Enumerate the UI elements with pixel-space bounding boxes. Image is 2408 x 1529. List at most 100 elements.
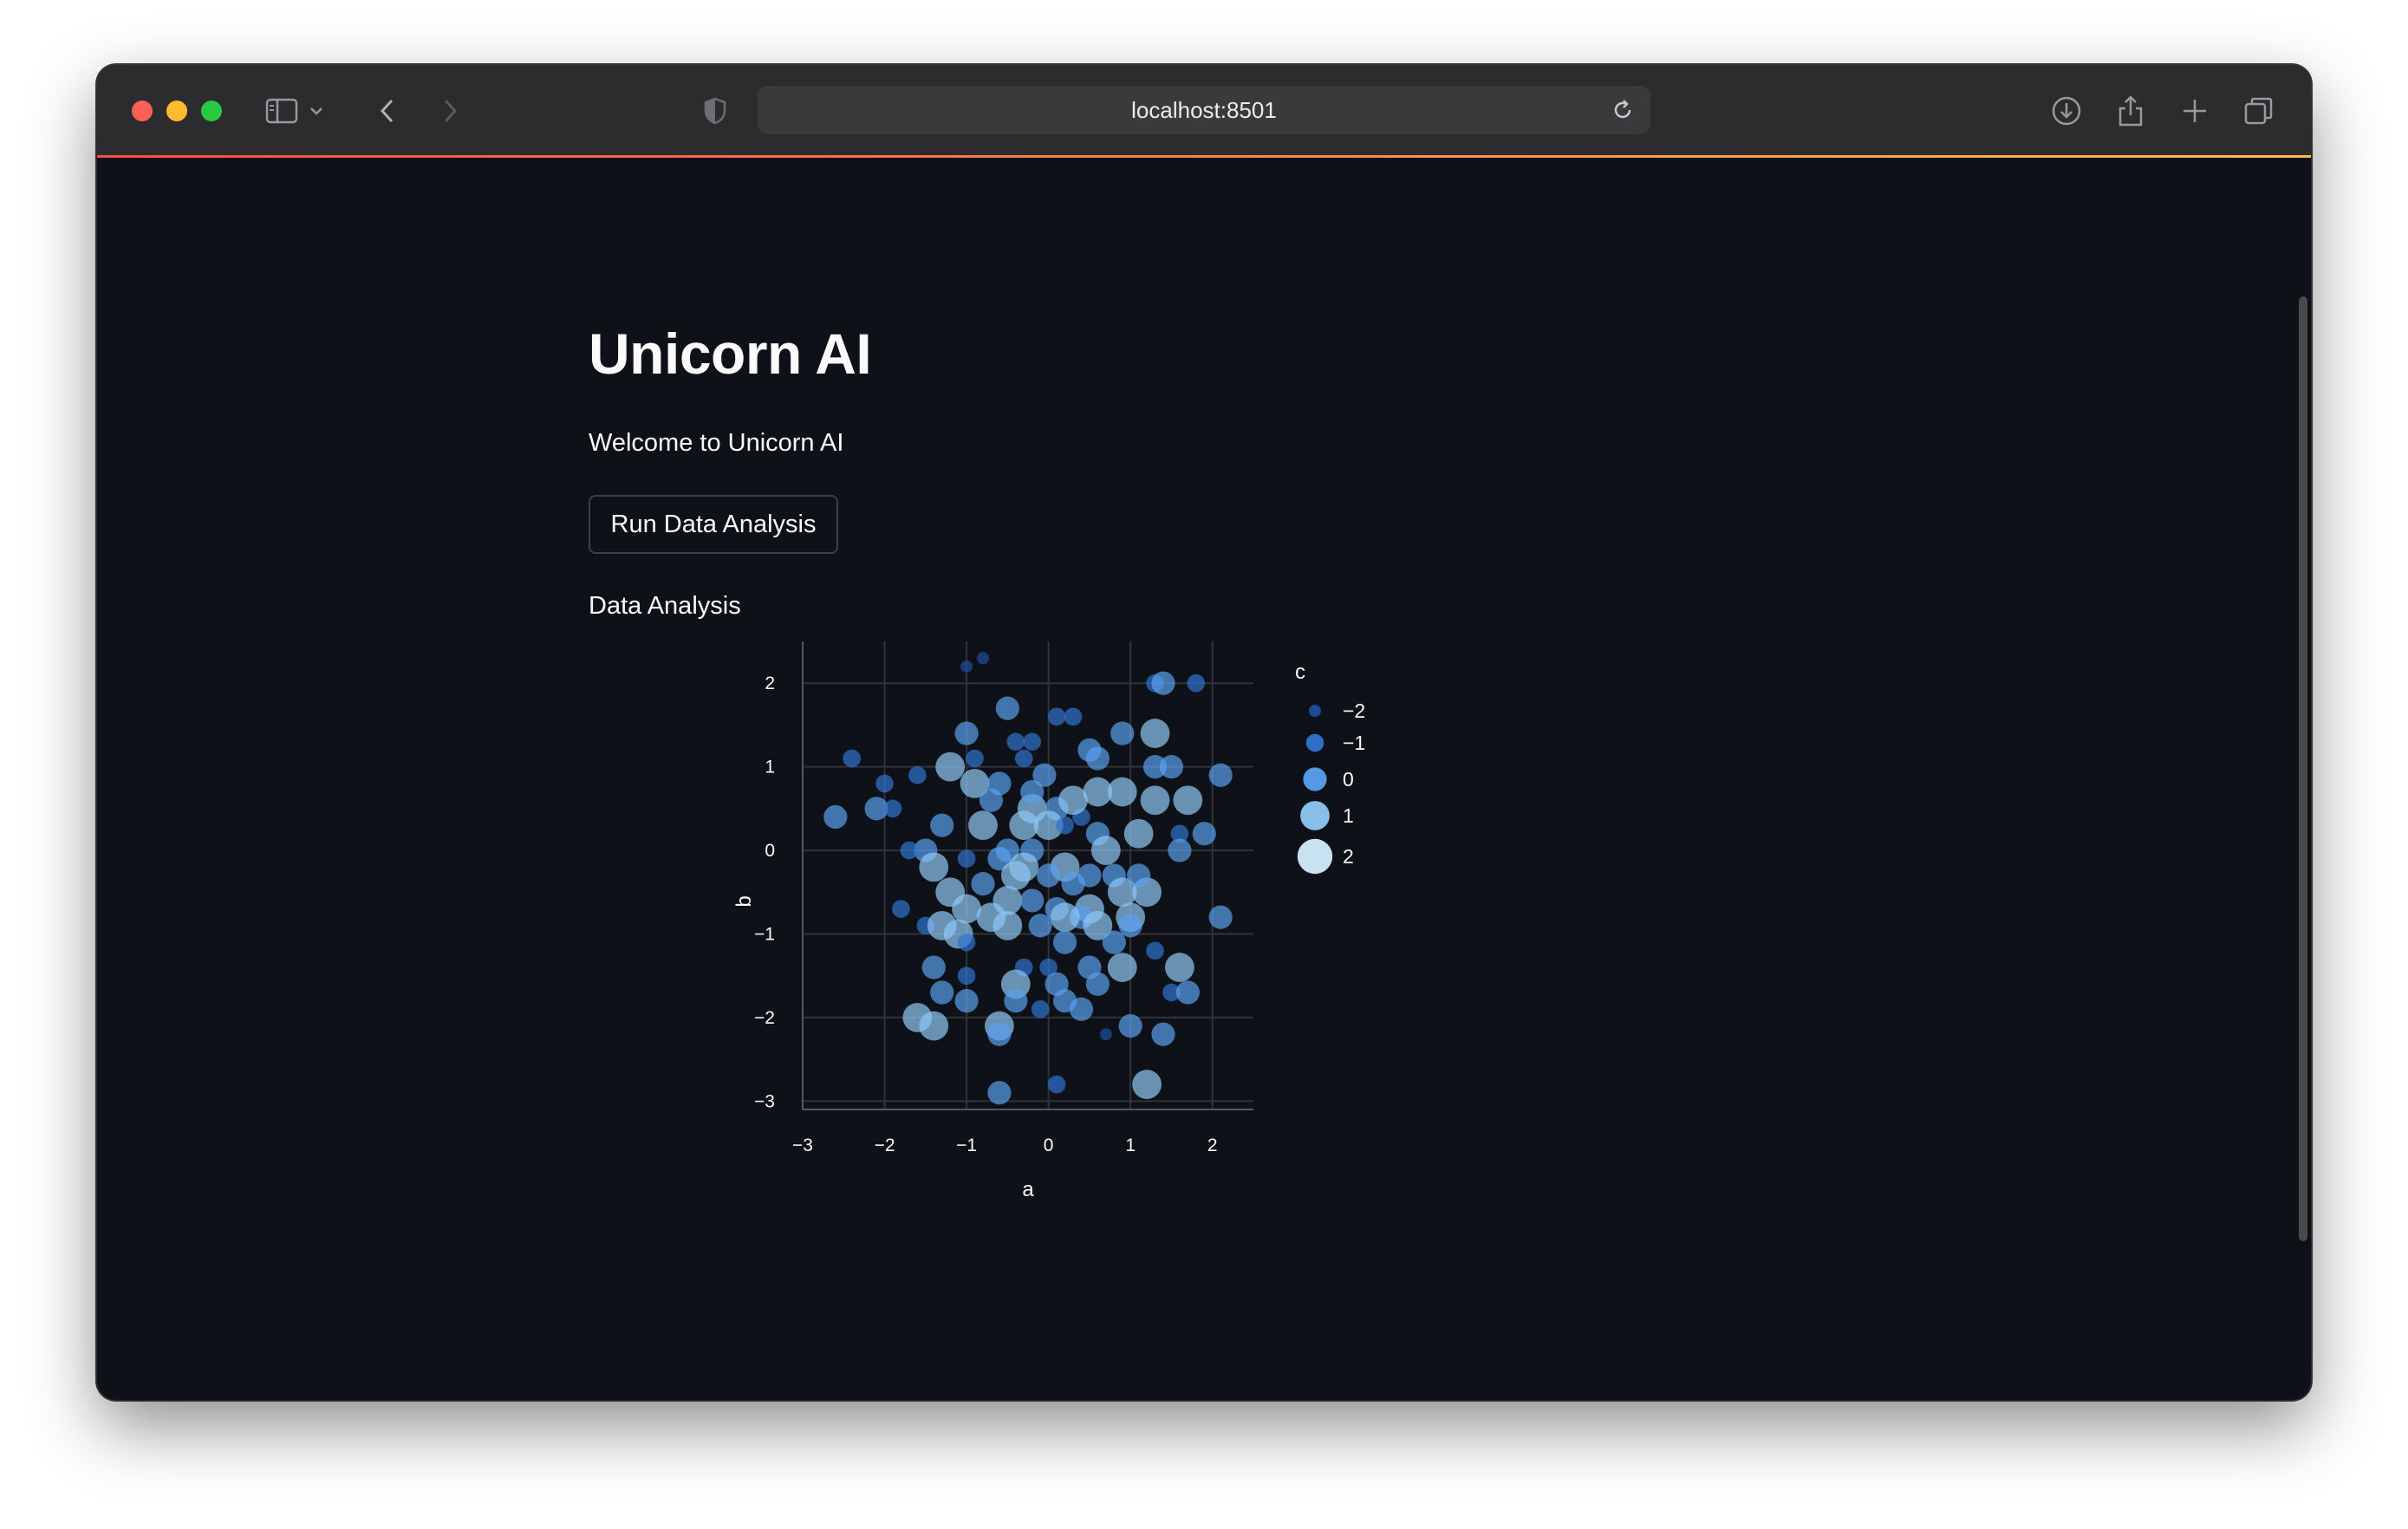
scatter-point (1000, 861, 1031, 890)
legend-marker (1305, 733, 1324, 752)
y-tick-label: 0 (765, 841, 775, 861)
scatter-point (1090, 836, 1121, 865)
legend-label: 1 (1343, 804, 1354, 827)
scatter-point (1159, 755, 1184, 779)
url-text: localhost:8501 (1131, 96, 1277, 123)
scatter-point (1020, 779, 1045, 804)
scatter-point (1056, 816, 1074, 835)
scatter-point (1064, 707, 1083, 726)
scatter-point (1014, 749, 1033, 768)
scatter-point (1208, 905, 1233, 929)
legend-marker (1297, 838, 1333, 875)
scatter-point (987, 1081, 1012, 1105)
scatter-point (957, 933, 976, 952)
back-icon[interactable] (368, 91, 407, 131)
tab-overview-icon[interactable] (2239, 91, 2279, 131)
scatter-point (919, 1011, 949, 1041)
scatter-point (1028, 914, 1052, 938)
y-tick-label: −1 (754, 925, 775, 945)
scatter-point (1132, 1070, 1162, 1099)
maximize-window-button[interactable] (201, 101, 222, 121)
x-tick-label: 1 (1125, 1135, 1136, 1155)
scatter-point (1004, 989, 1028, 1013)
legend-label: −1 (1343, 732, 1365, 754)
x-tick-label: 2 (1207, 1135, 1218, 1155)
y-tick-label: 2 (765, 673, 775, 693)
scatter-point (979, 788, 1004, 812)
scatter-point (1069, 997, 1094, 1021)
legend-marker (1303, 767, 1327, 791)
scatter-point (1085, 972, 1110, 996)
scatter-point (1118, 1013, 1142, 1038)
close-window-button[interactable] (132, 101, 153, 121)
legend-label: 2 (1343, 845, 1354, 868)
browser-window: localhost:8501 Unicorn AI Welcome to Uni… (97, 65, 2311, 1400)
scatter-chart[interactable]: −3 −2 −1 0 1 2 2 1 0 −1 −2 −3 a b c −2 −1 0 1 2 (600, 641, 1380, 1318)
y-tick-label: −2 (754, 1008, 775, 1028)
share-icon[interactable] (2111, 91, 2151, 131)
scatter-point (1058, 785, 1088, 816)
scatter-point (1208, 763, 1233, 787)
scatter-point (1140, 719, 1170, 748)
new-tab-icon[interactable] (2175, 91, 2215, 131)
scatter-point (900, 841, 919, 860)
scatter-point (1050, 902, 1080, 933)
x-tick-label: −3 (792, 1135, 813, 1155)
scatter-point (1031, 999, 1050, 1018)
scatter-point (1173, 785, 1203, 816)
scatter-point (935, 751, 966, 782)
x-tick-label: −1 (956, 1135, 977, 1155)
scatter-point (995, 696, 1019, 720)
sidebar-icon[interactable] (262, 91, 302, 131)
chevron-down-icon[interactable] (305, 91, 328, 131)
scatter-point (957, 849, 976, 869)
scatter-point (957, 966, 976, 986)
scatter-point (1047, 1075, 1066, 1094)
scatter-point (875, 774, 894, 793)
scrollbar[interactable] (2299, 296, 2307, 1241)
scatter-point (1052, 930, 1077, 954)
reload-icon[interactable] (1607, 94, 1638, 126)
scatter-point (1151, 671, 1175, 695)
scatter-point (823, 804, 848, 830)
y-tick-label: 1 (765, 758, 775, 778)
scatter-point (1107, 777, 1137, 807)
scatter-point (954, 989, 979, 1013)
scatter-point (1099, 1028, 1112, 1041)
scatter-point (971, 872, 995, 896)
scatter-point (1037, 863, 1061, 888)
scatter-point (954, 721, 979, 745)
scatter-point (930, 980, 954, 1005)
scatter-point (1123, 818, 1154, 849)
scatter-point (1023, 732, 1042, 751)
legend-label: 0 (1343, 768, 1354, 791)
scatter-point (1085, 746, 1110, 771)
scatter-point (1146, 941, 1164, 960)
x-tick-label: −2 (875, 1135, 895, 1155)
shield-icon[interactable] (695, 91, 735, 131)
scatter-point (1110, 721, 1135, 745)
scatter-point (908, 765, 927, 784)
scatter-point (1175, 980, 1200, 1005)
legend-label: −2 (1343, 699, 1365, 722)
minimize-window-button[interactable] (166, 101, 187, 121)
scatter-point (1006, 732, 1025, 751)
scatter-point (930, 813, 954, 837)
scatter-point (1168, 838, 1192, 862)
y-tick-label: −3 (754, 1091, 775, 1111)
address-bar[interactable]: localhost:8501 (758, 86, 1650, 134)
data-analysis-label: Data Analysis (589, 592, 741, 620)
scatter-point (843, 749, 862, 768)
scatter-point (883, 799, 902, 818)
legend-title: c (1295, 660, 1305, 684)
scatter-point (1102, 930, 1126, 954)
scatter-point (1151, 1022, 1175, 1046)
run-data-analysis-button[interactable]: Run Data Analysis (589, 495, 838, 554)
scatter-point (1020, 888, 1045, 913)
x-axis-title: a (1022, 1178, 1034, 1201)
scatter-point (968, 810, 998, 841)
browser-toolbar: localhost:8501 (97, 65, 2311, 156)
forward-icon[interactable] (430, 91, 470, 131)
download-icon[interactable] (2047, 91, 2086, 131)
scatter-point (960, 660, 973, 673)
